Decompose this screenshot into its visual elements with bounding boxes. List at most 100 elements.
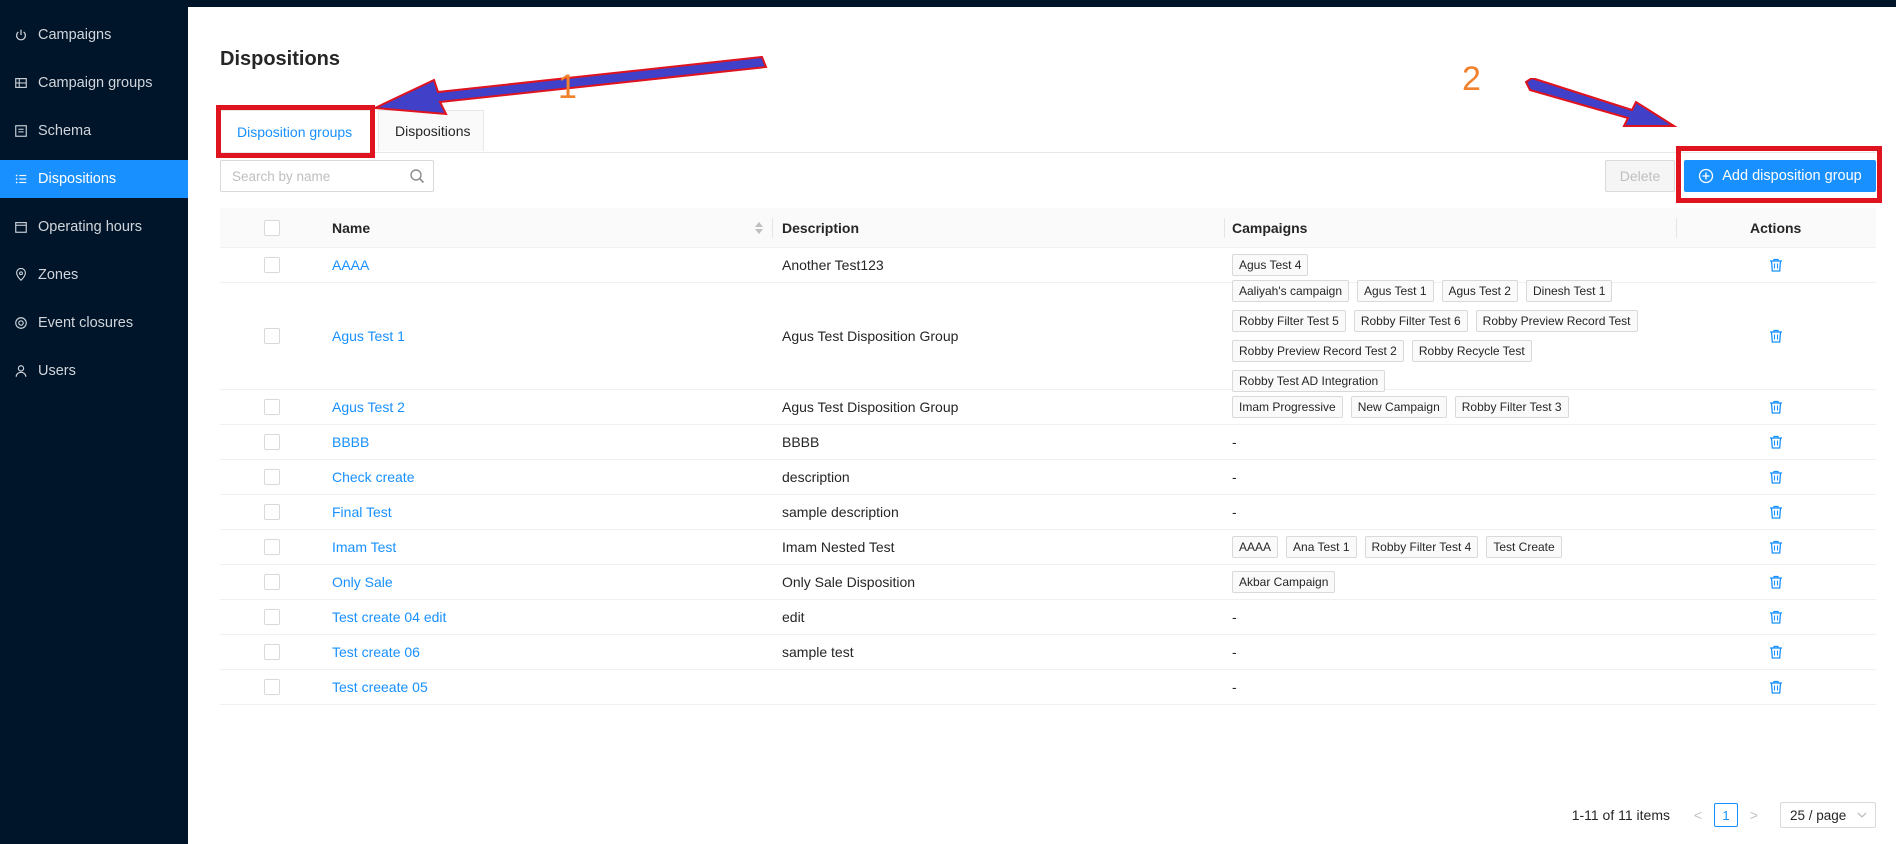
disposition-group-link[interactable]: Agus Test 1 — [332, 328, 405, 344]
row-select-cell — [264, 635, 280, 669]
row-checkbox[interactable] — [264, 257, 280, 273]
trash-icon[interactable] — [1768, 644, 1784, 660]
row-checkbox[interactable] — [264, 609, 280, 625]
trash-icon[interactable] — [1768, 328, 1784, 344]
row-checkbox[interactable] — [264, 644, 280, 660]
trash-icon[interactable] — [1768, 574, 1784, 590]
description-cell: Agus Test Disposition Group — [782, 283, 958, 389]
description-cell: description — [782, 460, 850, 494]
add-disposition-group-button[interactable]: Add disposition group — [1684, 160, 1876, 192]
page-size-value: 25 / page — [1790, 807, 1847, 823]
actions-cell — [1768, 600, 1784, 634]
campaign-tag: AAAA — [1232, 536, 1279, 558]
table-row: Test creeate 05 - — [220, 670, 1876, 705]
trash-icon[interactable] — [1768, 504, 1784, 520]
target-icon — [14, 316, 28, 330]
actions-cell — [1768, 283, 1784, 389]
table-row: Agus Test 2 Agus Test Disposition Group Im… — [220, 390, 1876, 425]
table-header: Name Description Campaigns Actions — [220, 208, 1876, 248]
disposition-group-link[interactable]: Imam Test — [332, 539, 396, 555]
sidebar: Campaigns Campaign groups Schema Disposi… — [0, 0, 188, 844]
table-row: Test create 06 sample test - — [220, 635, 1876, 670]
name-cell: Imam Test — [332, 530, 396, 564]
search-input[interactable] — [221, 161, 410, 191]
tab-disposition-groups[interactable]: Disposition groups — [220, 110, 372, 152]
disposition-group-link[interactable]: Test create 04 edit — [332, 609, 446, 625]
trash-icon[interactable] — [1768, 679, 1784, 695]
row-checkbox[interactable] — [264, 679, 280, 695]
campaign-groups-icon — [14, 76, 28, 90]
trash-icon[interactable] — [1768, 539, 1784, 555]
campaign-tag: Test Create — [1486, 536, 1562, 558]
disposition-group-link[interactable]: BBBB — [332, 434, 369, 450]
table-row: Final Test sample description - — [220, 495, 1876, 530]
sidebar-item-dispositions[interactable]: Dispositions — [0, 160, 188, 198]
trash-icon[interactable] — [1768, 257, 1784, 273]
row-checkbox[interactable] — [264, 469, 280, 485]
trash-icon[interactable] — [1768, 434, 1784, 450]
disposition-group-link[interactable]: Test creeate 05 — [332, 679, 428, 695]
row-select-cell — [264, 390, 280, 424]
campaigns-cell: - — [1232, 635, 1237, 669]
tab-dispositions[interactable]: Dispositions — [378, 110, 484, 151]
select-all-cell — [264, 208, 280, 247]
row-select-cell — [264, 425, 280, 459]
sidebar-item-event-closures[interactable]: Event closures — [0, 304, 188, 342]
campaigns-cell: - — [1232, 670, 1237, 704]
row-checkbox[interactable] — [264, 574, 280, 590]
sidebar-item-label: Dispositions — [38, 171, 117, 187]
sidebar-item-schema[interactable]: Schema — [0, 112, 188, 150]
pagination: 1-11 of 11 items < 1 > 25 / page — [1572, 802, 1876, 828]
row-checkbox[interactable] — [264, 399, 280, 415]
disposition-group-link[interactable]: Final Test — [332, 504, 392, 520]
description-cell: Agus Test Disposition Group — [782, 390, 958, 424]
sidebar-item-campaign-groups[interactable]: Campaign groups — [0, 64, 188, 102]
next-page-icon[interactable]: > — [1744, 805, 1764, 825]
row-checkbox[interactable] — [264, 539, 280, 555]
column-divider — [772, 218, 773, 238]
trash-icon[interactable] — [1768, 399, 1784, 415]
sidebar-item-operating-hours[interactable]: Operating hours — [0, 208, 188, 246]
campaign-tag: Robby Test AD Integration — [1232, 370, 1386, 392]
page-size-select[interactable]: 25 / page — [1780, 802, 1876, 828]
sidebar-item-campaigns[interactable]: Campaigns — [0, 16, 188, 54]
description-text: Another Test123 — [782, 257, 884, 273]
campaign-tag: Agus Test 2 — [1441, 280, 1518, 302]
description-text: sample test — [782, 644, 854, 660]
campaigns-cell: Imam Progressive New Campaign Robby Filter… — [1232, 390, 1672, 424]
row-checkbox[interactable] — [264, 328, 280, 344]
description-text: description — [782, 469, 850, 485]
table-row: Test create 04 edit edit - — [220, 600, 1876, 635]
delete-button[interactable]: Delete — [1605, 160, 1675, 192]
disposition-group-link[interactable]: Check create — [332, 469, 414, 485]
search-icon[interactable] — [409, 168, 425, 184]
name-cell: Test create 04 edit — [332, 600, 446, 634]
prev-page-icon[interactable]: < — [1688, 805, 1708, 825]
table-row: Check create description - — [220, 460, 1876, 495]
disposition-group-link[interactable]: Only Sale — [332, 574, 393, 590]
sidebar-item-zones[interactable]: Zones — [0, 256, 188, 294]
campaign-tag: Robby Preview Record Test 2 — [1232, 340, 1404, 362]
row-checkbox[interactable] — [264, 504, 280, 520]
column-header-name[interactable]: Name — [332, 208, 370, 247]
sort-icon[interactable] — [754, 220, 764, 236]
trash-icon[interactable] — [1768, 469, 1784, 485]
disposition-group-link[interactable]: Agus Test 2 — [332, 399, 405, 415]
name-cell: Test creeate 05 — [332, 670, 428, 704]
select-all-checkbox[interactable] — [264, 219, 280, 236]
row-checkbox[interactable] — [264, 434, 280, 450]
disposition-group-link[interactable]: Test create 06 — [332, 644, 420, 660]
trash-icon[interactable] — [1768, 609, 1784, 625]
campaign-tag: Robby Filter Test 4 — [1364, 536, 1479, 558]
actions-cell — [1768, 495, 1784, 529]
description-cell: Another Test123 — [782, 248, 884, 282]
page-1-button[interactable]: 1 — [1714, 803, 1738, 827]
campaign-tag: Agus Test 4 — [1232, 254, 1309, 276]
row-select-cell — [264, 283, 280, 389]
actions-cell — [1768, 635, 1784, 669]
disposition-group-link[interactable]: AAAA — [332, 257, 369, 273]
sidebar-item-users[interactable]: Users — [0, 352, 188, 390]
column-divider — [1676, 218, 1677, 238]
name-cell: Test create 06 — [332, 635, 420, 669]
table-body: AAAA Another Test123 Agus Test 4 Agus Test … — [220, 248, 1876, 705]
